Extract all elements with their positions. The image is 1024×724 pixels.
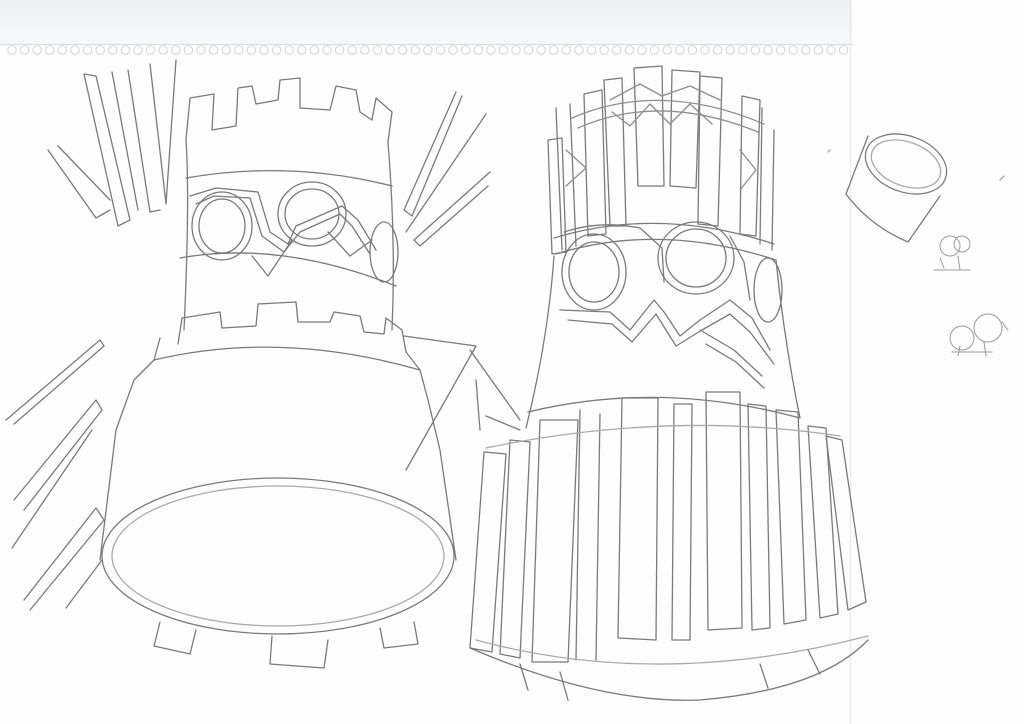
- left-bell-opening: [101, 477, 455, 635]
- left-top-tube: [183, 139, 394, 331]
- left-side-strokes: [47, 59, 177, 227]
- right-tower-gauntlet: [469, 65, 869, 701]
- left-top-battlements: [185, 77, 393, 143]
- small-sketches: [827, 133, 1009, 357]
- right-lower-slats: [469, 391, 867, 663]
- left-window-band: [179, 181, 399, 287]
- small-cup-sketch: [845, 133, 948, 243]
- pencil-sketch: [5, 59, 1009, 701]
- right-window-band: [559, 221, 783, 389]
- sketch-page: [0, 0, 1024, 724]
- right-knot-band: [565, 83, 765, 191]
- left-mid-battlements: [177, 301, 407, 353]
- tiny-mushroom-doodles: [933, 235, 1009, 357]
- left-lower-bell: [99, 337, 457, 561]
- right-top-slats: [547, 65, 775, 255]
- left-tower-gauntlet: [5, 59, 521, 669]
- left-bottom-teeth: [153, 621, 419, 669]
- right-middle-body: [525, 255, 801, 429]
